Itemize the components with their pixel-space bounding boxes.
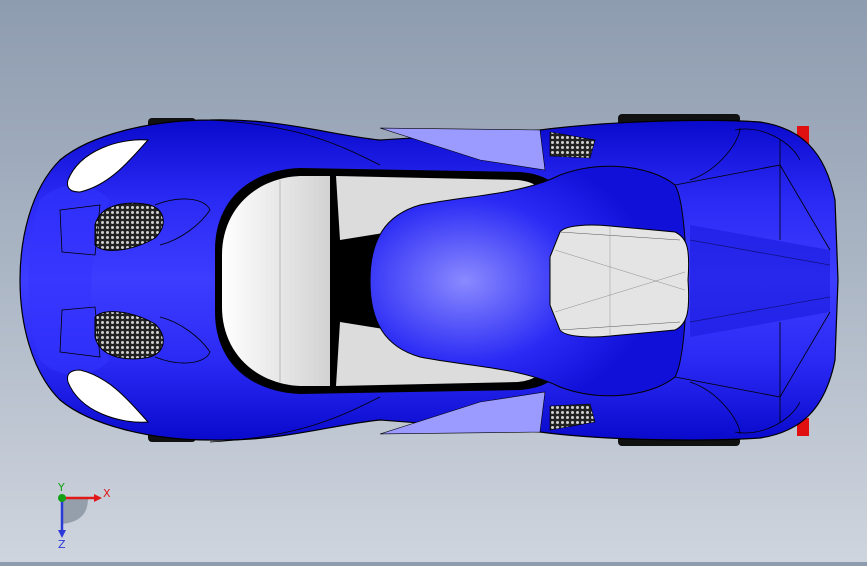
triad-shadow xyxy=(62,498,88,524)
y-axis-dot xyxy=(58,494,66,502)
windshield-glass xyxy=(222,176,330,386)
x-axis-label: X xyxy=(103,487,111,500)
graphics-viewport[interactable]: X Y Z xyxy=(0,0,867,562)
coordinate-triad: X Y Z xyxy=(57,482,111,551)
engine-cover-glass xyxy=(549,224,690,338)
z-axis-label: Z xyxy=(58,538,66,551)
car-model-top-view[interactable] xyxy=(0,0,867,562)
y-axis-label: Y xyxy=(57,482,65,494)
